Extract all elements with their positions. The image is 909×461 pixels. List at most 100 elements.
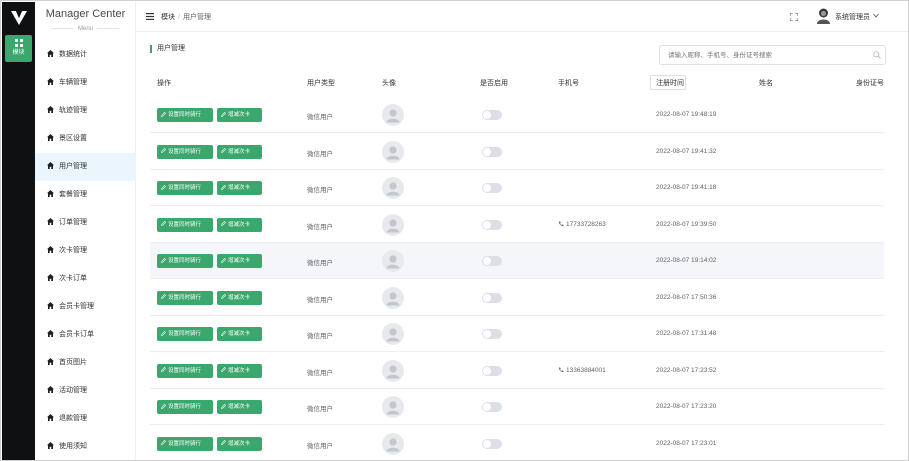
search-icon[interactable] <box>873 51 881 59</box>
adjust-card-button[interactable]: 增减次卡 <box>217 363 262 378</box>
main-content: 用户管理 操作 用户类型 头像 是否启用 手机号 注册时间 姓名 身份证号 设置… <box>136 32 908 460</box>
sidebar-item[interactable]: 首页图片 <box>35 349 136 377</box>
column-header-phone: 手机号 <box>558 80 579 87</box>
adjust-card-button[interactable]: 增减次卡 <box>217 436 262 451</box>
adjust-card-button[interactable]: 增减次卡 <box>217 217 262 232</box>
chevron-down-icon[interactable] <box>873 13 879 18</box>
sidebar-item[interactable]: 车辆管理 <box>35 69 136 97</box>
enable-toggle[interactable] <box>482 402 502 412</box>
menu-toggle-icon[interactable] <box>146 13 154 20</box>
page-title: 用户管理 <box>150 45 185 53</box>
adjust-card-button[interactable]: 增减次卡 <box>217 290 262 305</box>
phone-cell: 13363884001 <box>558 367 606 374</box>
enable-toggle[interactable] <box>482 183 502 193</box>
adjust-card-button[interactable]: 增减次卡 <box>217 108 262 122</box>
icon-rail: 模块 <box>2 2 35 460</box>
sidebar-item[interactable]: 使用须知 <box>35 433 136 460</box>
default-avatar-icon <box>386 182 400 196</box>
table-row: 设置同时骑行 增减次卡 微信用户 2022-08-07 19:14:02 <box>150 243 884 279</box>
sidebar-item-label: 套餐管理 <box>59 191 87 198</box>
adjust-card-button[interactable]: 增减次卡 <box>217 181 262 195</box>
avatar <box>382 140 404 163</box>
sidebar-item[interactable]: 活动管理 <box>35 377 136 405</box>
home-icon <box>47 274 54 281</box>
sidebar-item-label: 使用须知 <box>59 443 87 450</box>
adjust-card-button[interactable]: 增减次卡 <box>217 144 262 159</box>
sidebar-item-label: 次卡管理 <box>59 247 87 254</box>
sidebar-item-label: 活动管理 <box>59 387 87 394</box>
default-avatar-icon <box>386 364 400 378</box>
sidebar-item[interactable]: 退款管理 <box>35 405 136 433</box>
column-header-user-type: 用户类型 <box>307 80 335 87</box>
sidebar-item[interactable]: 景区设置 <box>35 125 136 153</box>
sidebar-item[interactable]: 订单管理 <box>35 209 136 237</box>
register-time-cell: 2022-08-07 19:41:18 <box>656 184 717 191</box>
user-type-cell: 微信用户 <box>307 187 333 194</box>
rail-module-button[interactable]: 模块 <box>5 35 32 62</box>
enable-toggle[interactable] <box>482 219 502 230</box>
sidebar-item[interactable]: 轨迹管理 <box>35 97 136 125</box>
home-icon <box>47 358 54 365</box>
set-riding-button[interactable]: 设置同时骑行 <box>157 327 213 341</box>
enable-toggle[interactable] <box>482 292 502 303</box>
edit-icon <box>221 330 226 336</box>
sidebar-item[interactable]: 套餐管理 <box>35 181 136 209</box>
sidebar-item[interactable]: 次卡订单 <box>35 265 136 293</box>
sidebar-item[interactable]: 数据统计 <box>35 41 136 69</box>
home-icon <box>47 134 54 141</box>
enable-toggle[interactable] <box>482 329 502 339</box>
edit-icon <box>161 257 166 263</box>
adjust-card-button[interactable]: 增减次卡 <box>217 327 262 341</box>
column-header-name: 姓名 <box>759 80 773 87</box>
set-riding-button[interactable]: 设置同时骑行 <box>157 181 213 195</box>
set-riding-button[interactable]: 设置同时骑行 <box>157 144 213 159</box>
user-name[interactable]: 系统管理员 <box>835 12 870 22</box>
logo-icon <box>11 11 27 25</box>
user-avatar[interactable] <box>816 7 831 24</box>
sidebar-item-label: 用户管理 <box>59 163 87 170</box>
user-type-cell: 微信用户 <box>307 369 333 377</box>
default-avatar-icon <box>386 109 400 123</box>
sidebar-item[interactable]: 会员卡管理 <box>35 293 136 321</box>
sidebar-item[interactable]: 次卡管理 <box>35 237 136 265</box>
sidebar-item[interactable]: 会员卡订单 <box>35 321 136 349</box>
home-icon <box>47 330 54 337</box>
set-riding-button[interactable]: 设置同时骑行 <box>157 217 213 232</box>
enable-toggle[interactable] <box>482 146 502 157</box>
set-riding-button[interactable]: 设置同时骑行 <box>157 436 213 451</box>
column-header-avatar: 头像 <box>382 80 396 87</box>
user-type-cell: 微信用户 <box>307 260 333 267</box>
sidebar-menu: Manager Center Menu 数据统计 车辆管理 轨迹管理 景区设置 用户管理… <box>35 2 136 460</box>
table-row: 设置同时骑行 增减次卡 微信用户 2022-08-07 17:50:36 <box>150 280 884 316</box>
set-riding-button[interactable]: 设置同时骑行 <box>157 363 213 378</box>
sidebar-item[interactable]: 用户管理 <box>35 153 136 181</box>
user-type-cell: 微信用户 <box>307 223 333 231</box>
set-riding-button[interactable]: 设置同时骑行 <box>157 290 213 305</box>
fullscreen-icon[interactable] <box>790 13 798 21</box>
avatar <box>382 396 404 418</box>
sidebar-item-label: 订单管理 <box>59 219 87 226</box>
enable-toggle[interactable] <box>482 110 502 120</box>
breadcrumb: 模块 / 用户管理 <box>161 14 211 21</box>
home-icon <box>47 78 54 85</box>
column-header-register-time: 注册时间 <box>656 80 684 87</box>
enable-toggle[interactable] <box>482 256 502 266</box>
enable-toggle[interactable] <box>482 438 502 449</box>
enable-toggle[interactable] <box>482 365 502 376</box>
column-header-id-number: 身份证号 <box>856 80 884 87</box>
set-riding-button[interactable]: 设置同时骑行 <box>157 400 213 414</box>
edit-icon <box>221 148 226 153</box>
column-header-actions: 操作 <box>157 80 171 87</box>
adjust-card-button[interactable]: 增减次卡 <box>217 400 262 414</box>
avatar <box>382 250 404 272</box>
sidebar-item-label: 车辆管理 <box>59 79 87 86</box>
adjust-card-button[interactable]: 增减次卡 <box>217 254 262 268</box>
breadcrumb-root[interactable]: 模块 <box>161 14 175 21</box>
search-input[interactable] <box>659 45 886 65</box>
set-riding-button[interactable]: 设置同时骑行 <box>157 108 213 122</box>
table-row: 设置同时骑行 增减次卡 微信用户 17733728263 2022-08-07 19:3… <box>150 207 884 243</box>
edit-icon <box>161 148 166 153</box>
register-time-cell: 2022-08-07 17:50:36 <box>656 293 717 301</box>
avatar <box>382 177 404 199</box>
set-riding-button[interactable]: 设置同时骑行 <box>157 254 213 268</box>
